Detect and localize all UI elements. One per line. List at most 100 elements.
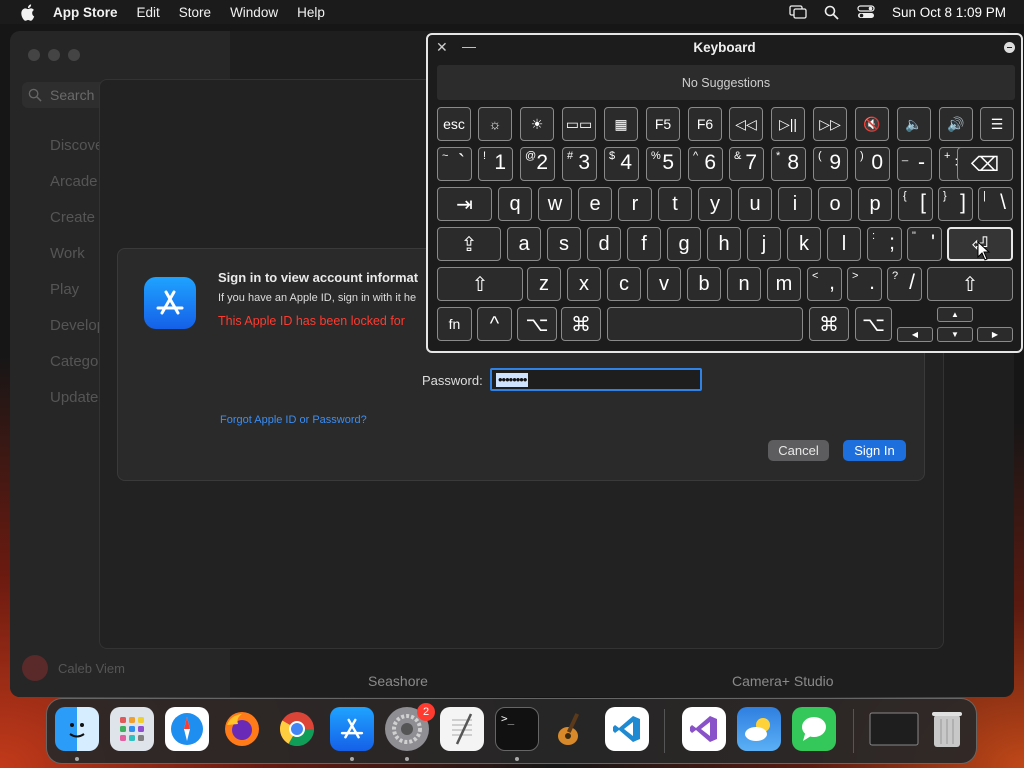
fn-row-key-4[interactable]: ▦ — [604, 107, 638, 141]
key-num-1[interactable]: ! 1 — [478, 147, 513, 181]
forgot-password-link[interactable]: Forgot Apple ID or Password? — [220, 414, 367, 426]
left-option-key[interactable]: ⌥ — [517, 307, 557, 341]
garageband-icon[interactable] — [550, 707, 594, 751]
trash-icon[interactable] — [925, 707, 969, 751]
finder-icon[interactable] — [55, 707, 99, 751]
fn-row-key-0[interactable]: esc — [437, 107, 471, 141]
sidebar-account[interactable]: Caleb Viem — [22, 655, 125, 681]
key-u[interactable]: u — [738, 187, 772, 221]
key-w[interactable]: w — [538, 187, 572, 221]
key-k[interactable]: k — [787, 227, 821, 261]
weather-icon[interactable] — [737, 707, 781, 751]
fn-row-key-6[interactable]: F6 — [688, 107, 722, 141]
sidebar-item-work[interactable]: Work — [50, 245, 85, 262]
password-field[interactable]: •••••••• — [490, 368, 702, 391]
menu-store[interactable]: Store — [179, 5, 211, 20]
sidebar-item-develop[interactable]: Develop — [50, 317, 105, 334]
key-q[interactable]: q — [498, 187, 532, 221]
key-bottom-tail-0[interactable]: <, — [807, 267, 842, 301]
key-num-2[interactable]: @2 — [520, 147, 555, 181]
fn-key[interactable]: fn — [437, 307, 472, 341]
key-i[interactable]: i — [778, 187, 812, 221]
key-m[interactable]: m — [767, 267, 801, 301]
fn-row-key-1[interactable]: ☼ — [478, 107, 512, 141]
arrow-down-key[interactable]: ▼ — [937, 327, 973, 342]
key-a[interactable]: a — [507, 227, 541, 261]
fn-row-key-9[interactable]: ▷▷ — [813, 107, 847, 141]
key-home-tail-1[interactable]: " ' — [907, 227, 942, 261]
control-center-icon[interactable] — [856, 4, 876, 20]
zoom-window-button[interactable] — [68, 49, 80, 61]
key-g[interactable]: g — [667, 227, 701, 261]
key-num-5[interactable]: % 5 — [646, 147, 681, 181]
fn-row-key-8[interactable]: ▷|| — [771, 107, 805, 141]
visual-studio-icon[interactable] — [682, 707, 726, 751]
key-s[interactable]: s — [547, 227, 581, 261]
menu-app-name[interactable]: App Store — [53, 5, 118, 20]
sidebar-item-arcade[interactable]: Arcade — [50, 173, 98, 190]
key-num-6[interactable]: ^ 6 — [688, 147, 723, 181]
app-card-seashore[interactable]: Seashore — [368, 673, 428, 689]
key-e[interactable]: e — [578, 187, 612, 221]
key-num-11[interactable]: _ - — [897, 147, 932, 181]
spotlight-search-icon[interactable] — [822, 4, 842, 20]
minimized-window-thumbnail[interactable] — [869, 707, 919, 751]
arrow-left-key[interactable]: ◀ — [897, 327, 933, 342]
menu-help[interactable]: Help — [297, 5, 325, 20]
key-o[interactable]: o — [818, 187, 852, 221]
vscode-icon[interactable] — [605, 707, 649, 751]
key-r[interactable]: r — [618, 187, 652, 221]
key-c[interactable]: c — [607, 267, 641, 301]
options-icon[interactable] — [1004, 42, 1015, 53]
messages-icon[interactable] — [792, 707, 836, 751]
key-num-7[interactable]: & 7 — [729, 147, 764, 181]
key-b[interactable]: b — [687, 267, 721, 301]
close-window-button[interactable] — [28, 49, 40, 61]
key-t[interactable]: t — [658, 187, 692, 221]
tab-key[interactable]: ⇥ — [437, 187, 492, 221]
right-command-key[interactable]: ⌘ — [809, 307, 849, 341]
key-j[interactable]: j — [747, 227, 781, 261]
fn-row-key-7[interactable]: ◁◁ — [729, 107, 763, 141]
textedit-icon[interactable] — [440, 707, 484, 751]
key-qwerty-tail-2[interactable]: | \ — [978, 187, 1013, 221]
apple-menu-icon[interactable] — [18, 3, 36, 21]
key-num-0[interactable]: ~ ` — [437, 147, 472, 181]
fn-row-key-3[interactable]: ▭▭ — [562, 107, 596, 141]
minimize-window-button[interactable] — [48, 49, 60, 61]
arrow-up-key[interactable]: ▲ — [937, 307, 973, 322]
key-bottom-tail-1[interactable]: >. — [847, 267, 882, 301]
key-l[interactable]: l — [827, 227, 861, 261]
key-f[interactable]: f — [627, 227, 661, 261]
firefox-icon[interactable] — [220, 707, 264, 751]
terminal-icon[interactable]: >_ — [495, 707, 539, 751]
app-card-camera-studio[interactable]: Camera+ Studio — [732, 673, 834, 689]
sidebar-item-play[interactable]: Play — [50, 281, 79, 298]
delete-key[interactable]: ⌫ — [957, 147, 1013, 181]
sign-in-button[interactable]: Sign In — [843, 440, 906, 461]
key-num-10[interactable]: ) 0 — [855, 147, 890, 181]
right-shift-key[interactable]: ⇧ — [927, 267, 1013, 301]
fn-row-key-11[interactable]: 🔈 — [897, 107, 931, 141]
key-num-8[interactable]: * 8 — [771, 147, 806, 181]
space-bar[interactable] — [607, 307, 803, 341]
fn-row-key-10[interactable]: 🔇 — [855, 107, 889, 141]
key-qwerty-tail-1[interactable]: }] — [938, 187, 973, 221]
key-z[interactable]: z — [527, 267, 561, 301]
right-option-key[interactable]: ⌥ — [855, 307, 892, 341]
key-h[interactable]: h — [707, 227, 741, 261]
left-command-key[interactable]: ⌘ — [561, 307, 601, 341]
chrome-icon[interactable] — [275, 707, 319, 751]
launchpad-icon[interactable] — [110, 707, 154, 751]
control-key[interactable]: ^ — [477, 307, 512, 341]
cancel-button[interactable]: Cancel — [768, 440, 829, 461]
key-x[interactable]: x — [567, 267, 601, 301]
key-n[interactable]: n — [727, 267, 761, 301]
app-store-dock-icon[interactable] — [330, 707, 374, 751]
menu-window[interactable]: Window — [230, 5, 278, 20]
system-settings-icon[interactable]: 2 — [385, 703, 435, 751]
left-shift-key[interactable]: ⇧ — [437, 267, 523, 301]
fn-row-key-5[interactable]: F5 — [646, 107, 680, 141]
menu-clock[interactable]: Sun Oct 8 1:09 PM — [892, 5, 1006, 20]
fn-row-key-12[interactable]: 🔊 — [939, 107, 973, 141]
